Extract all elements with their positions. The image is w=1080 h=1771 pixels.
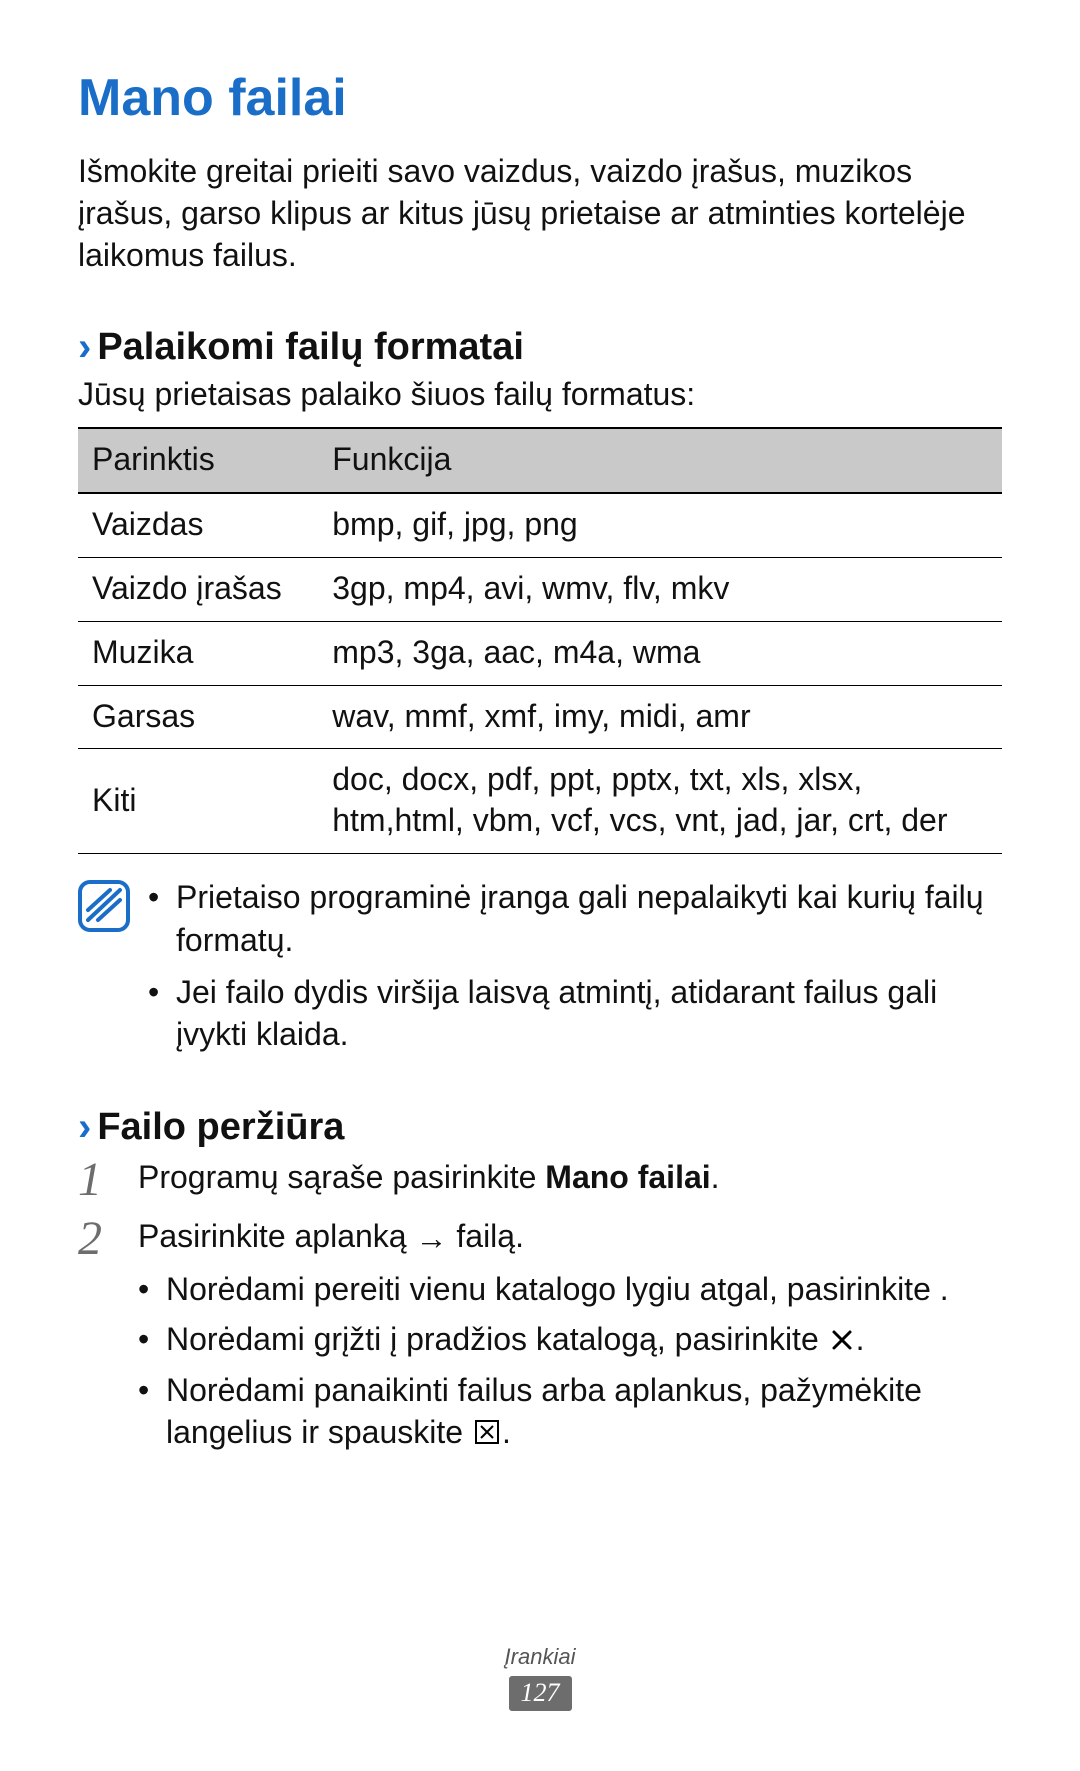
table-cell-option: Vaizdo įrašas	[78, 557, 318, 621]
table-cell-function: 3gp, mp4, avi, wmv, flv, mkv	[318, 557, 1002, 621]
table-row: Vaizdas bmp, gif, jpg, png	[78, 493, 1002, 557]
table-row: Kiti doc, docx, pdf, ppt, pptx, txt, xls…	[78, 749, 1002, 854]
table-cell-option: Kiti	[78, 749, 318, 854]
section-intro-formats: Jūsų prietaisas palaiko šiuos failų form…	[78, 376, 1002, 413]
note-item: Jei failo dydis viršija laisvą atmintį, …	[148, 971, 1002, 1055]
section-heading-view: ›Failo peržiūra	[78, 1105, 1002, 1150]
table-cell-function: mp3, 3ga, aac, m4a, wma	[318, 621, 1002, 685]
table-cell-function: bmp, gif, jpg, png	[318, 493, 1002, 557]
table-cell-function: wav, mmf, xmf, imy, midi, amr	[318, 685, 1002, 749]
table-row: Vaizdo įrašas 3gp, mp4, avi, wmv, flv, m…	[78, 557, 1002, 621]
step-text: failą.	[447, 1218, 523, 1254]
note-box: Prietaiso programinė įranga gali nepalai…	[78, 876, 1002, 1065]
chevron-icon: ›	[78, 325, 91, 369]
section-heading-formats: ›Palaikomi failų formatai	[78, 325, 1002, 370]
document-page: Mano failai Išmokite greitai prieiti sav…	[0, 0, 1080, 1771]
section-heading-text: Palaikomi failų formatai	[97, 326, 524, 368]
step-number: 1	[78, 1148, 102, 1212]
step-number: 2	[78, 1207, 102, 1271]
substep-item: Norėdami panaikinti failus arba aplankus…	[138, 1369, 1002, 1453]
footer-category: Įrankiai	[0, 1644, 1080, 1670]
step-item: 1 Programų sąraše pasirinkite Mano faila…	[78, 1156, 1002, 1199]
chevron-icon: ›	[78, 1105, 91, 1149]
close-icon	[830, 1328, 854, 1352]
table-cell-option: Garsas	[78, 685, 318, 749]
section-heading-text: Failo peržiūra	[97, 1106, 344, 1148]
delete-icon	[474, 1419, 500, 1445]
table-header-option: Parinktis	[78, 428, 318, 493]
arrow-right-icon: →	[415, 1217, 447, 1260]
table-row: Muzika mp3, 3ga, aac, m4a, wma	[78, 621, 1002, 685]
step-bold: Mano failai	[545, 1159, 710, 1195]
substep-text: .	[856, 1321, 865, 1357]
step-text: Programų sąraše pasirinkite	[138, 1159, 545, 1195]
substep-text: Norėdami grįžti į pradžios katalogą, pas…	[166, 1321, 828, 1357]
step-item: 2 Pasirinkite aplanką → failą. Norėdami …	[78, 1215, 1002, 1453]
footer-page-number: 127	[509, 1676, 572, 1711]
step-text: Pasirinkite aplanką	[138, 1218, 415, 1254]
table-cell-option: Muzika	[78, 621, 318, 685]
intro-paragraph: Išmokite greitai prieiti savo vaizdus, v…	[78, 150, 1002, 277]
page-footer: Įrankiai 127	[0, 1644, 1080, 1711]
substep-item: Norėdami pereiti vienu katalogo lygiu at…	[138, 1268, 1002, 1310]
note-list: Prietaiso programinė įranga gali nepalai…	[148, 876, 1002, 1065]
substep-text: .	[502, 1414, 511, 1450]
table-header-function: Funkcija	[318, 428, 1002, 493]
note-item: Prietaiso programinė įranga gali nepalai…	[148, 876, 1002, 960]
note-icon	[78, 880, 130, 932]
table-header-row: Parinktis Funkcija	[78, 428, 1002, 493]
substep-text: Norėdami panaikinti failus arba aplankus…	[166, 1372, 922, 1450]
substep-item: Norėdami grįžti į pradžios katalogą, pas…	[138, 1318, 1002, 1360]
table-cell-option: Vaizdas	[78, 493, 318, 557]
table-cell-function: doc, docx, pdf, ppt, pptx, txt, xls, xls…	[318, 749, 1002, 854]
steps-list: 1 Programų sąraše pasirinkite Mano faila…	[78, 1156, 1002, 1453]
formats-table: Parinktis Funkcija Vaizdas bmp, gif, jpg…	[78, 427, 1002, 855]
step-text: .	[711, 1159, 720, 1195]
page-title: Mano failai	[78, 68, 1002, 128]
substeps-list: Norėdami pereiti vienu katalogo lygiu at…	[138, 1268, 1002, 1453]
table-row: Garsas wav, mmf, xmf, imy, midi, amr	[78, 685, 1002, 749]
substep-text: Norėdami pereiti vienu katalogo lygiu at…	[166, 1271, 949, 1307]
